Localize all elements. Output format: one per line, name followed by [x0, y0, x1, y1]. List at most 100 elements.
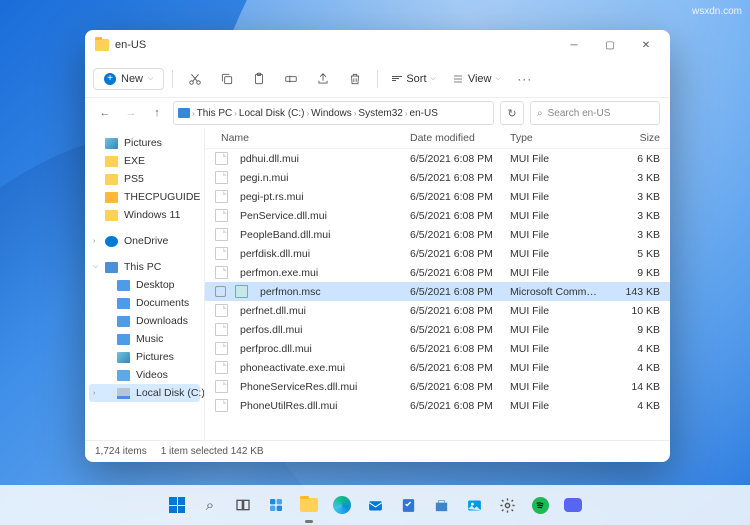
address-bar[interactable]: › This PC› Local Disk (C:)› Windows› Sys… [173, 101, 494, 125]
delete-button[interactable] [341, 65, 369, 93]
file-icon [215, 171, 228, 184]
sidebar[interactable]: Pictures EXE PS5THECPUGUIDE Windows 11 ›OneD… [85, 128, 205, 440]
copy-button[interactable] [213, 65, 241, 93]
file-list[interactable]: pdhui.dll.mui6/5/2021 6:08 PMMUI File6 K… [205, 149, 670, 440]
sidebar-item[interactable]: Windows 11 [89, 206, 200, 224]
maximize-button[interactable]: ▢ [592, 30, 628, 60]
col-type[interactable]: Type [510, 132, 610, 144]
sort-button[interactable]: Sort ⌵ [386, 73, 442, 85]
minimize-button[interactable]: ─ [556, 30, 592, 60]
sidebar-item[interactable]: Music [89, 330, 200, 348]
sidebar-item[interactable]: Pictures [89, 134, 200, 152]
paste-button[interactable] [245, 65, 273, 93]
mail-button[interactable] [361, 491, 389, 519]
titlebar[interactable]: en-US ─ ▢ ✕ [85, 30, 670, 60]
file-type: MUI File [510, 343, 610, 355]
task-view-button[interactable] [229, 491, 257, 519]
sidebar-thispc[interactable]: ⌵This PC [89, 258, 200, 276]
back-button[interactable]: ← [95, 103, 115, 123]
settings-button[interactable] [493, 491, 521, 519]
store-button[interactable] [427, 491, 455, 519]
todo-button[interactable] [394, 491, 422, 519]
refresh-button[interactable]: ↻ [500, 101, 524, 125]
column-header[interactable]: Name Date modified Type Size [205, 128, 670, 149]
sidebar-onedrive[interactable]: ›OneDrive [89, 232, 200, 250]
file-size: 4 KB [610, 362, 660, 374]
spotify-button[interactable] [526, 491, 554, 519]
col-name[interactable]: Name [221, 132, 249, 144]
rename-button[interactable] [277, 65, 305, 93]
breadcrumb-seg[interactable]: Windows [311, 108, 352, 119]
up-button[interactable]: ↑ [147, 103, 167, 123]
more-button[interactable]: ··· [511, 65, 539, 93]
col-size[interactable]: Size [610, 132, 660, 144]
breadcrumb-seg[interactable]: This PC [197, 108, 233, 119]
file-date: 6/5/2021 6:08 PM [410, 362, 510, 374]
cut-button[interactable] [181, 65, 209, 93]
discord-button[interactable] [559, 491, 587, 519]
sidebar-item[interactable]: Downloads [89, 312, 200, 330]
table-row[interactable]: phoneactivate.exe.mui6/5/2021 6:08 PMMUI… [205, 358, 670, 377]
widgets-button[interactable] [262, 491, 290, 519]
table-row[interactable]: perfos.dll.mui6/5/2021 6:08 PMMUI File9 … [205, 320, 670, 339]
sidebar-item[interactable]: THECPUGUIDE [89, 188, 200, 206]
sidebar-item[interactable]: PS5 [89, 170, 200, 188]
file-name: perfdisk.dll.mui [240, 248, 310, 260]
file-size: 4 KB [610, 400, 660, 412]
breadcrumb-seg[interactable]: System32 [358, 108, 402, 119]
file-explorer-window: en-US ─ ▢ ✕ + New ⌵ Sort ⌵ View ⌵ ··· ← [85, 30, 670, 462]
share-button[interactable] [309, 65, 337, 93]
drive-icon [117, 334, 130, 345]
sidebar-item[interactable]: ›Local Disk (C:) [89, 384, 200, 402]
sidebar-item[interactable]: Videos [89, 366, 200, 384]
sidebar-item[interactable]: EXE [89, 152, 200, 170]
table-row[interactable]: perfnet.dll.mui6/5/2021 6:08 PMMUI File1… [205, 301, 670, 320]
sidebar-label: Downloads [136, 315, 188, 327]
file-explorer-button[interactable] [295, 491, 323, 519]
table-row[interactable]: PenService.dll.mui6/5/2021 6:08 PMMUI Fi… [205, 206, 670, 225]
table-row[interactable]: pdhui.dll.mui6/5/2021 6:08 PMMUI File6 K… [205, 149, 670, 168]
close-button[interactable]: ✕ [628, 30, 664, 60]
file-icon [215, 323, 228, 336]
file-date: 6/5/2021 6:08 PM [410, 305, 510, 317]
table-row[interactable]: pegi.n.mui6/5/2021 6:08 PMMUI File3 KB [205, 168, 670, 187]
col-date[interactable]: Date modified [410, 132, 510, 144]
file-type: MUI File [510, 191, 610, 203]
sidebar-item[interactable]: Pictures [89, 348, 200, 366]
search-button[interactable]: ⌕ [196, 491, 224, 519]
sidebar-label: Windows 11 [124, 209, 180, 221]
taskbar[interactable]: ⌕ [0, 485, 750, 525]
breadcrumb-seg[interactable]: Local Disk (C:) [239, 108, 305, 119]
sidebar-label: EXE [124, 155, 145, 167]
folder-icon [105, 174, 118, 185]
breadcrumb-seg[interactable]: en-US [410, 108, 438, 119]
sidebar-item[interactable]: Documents [89, 294, 200, 312]
table-row[interactable]: perfdisk.dll.mui6/5/2021 6:08 PMMUI File… [205, 244, 670, 263]
chevron-down-icon: ⌵ [431, 75, 436, 83]
row-checkbox[interactable] [215, 286, 226, 297]
file-date: 6/5/2021 6:08 PM [410, 229, 510, 241]
start-button[interactable] [163, 491, 191, 519]
file-name: perfproc.dll.mui [240, 343, 312, 355]
table-row[interactable]: PhoneUtilRes.dll.mui6/5/2021 6:08 PMMUI … [205, 396, 670, 415]
forward-button[interactable]: → [121, 103, 141, 123]
drive-icon [117, 370, 130, 381]
sidebar-item[interactable]: Desktop [89, 276, 200, 294]
edge-button[interactable] [328, 491, 356, 519]
file-size: 10 KB [610, 305, 660, 317]
new-button[interactable]: + New ⌵ [93, 68, 164, 90]
table-row[interactable]: PeopleBand.dll.mui6/5/2021 6:08 PMMUI Fi… [205, 225, 670, 244]
search-input[interactable]: ⌕ Search en-US [530, 101, 660, 125]
file-size: 3 KB [610, 172, 660, 184]
file-date: 6/5/2021 6:08 PM [410, 248, 510, 260]
sidebar-label: Local Disk (C:) [136, 387, 205, 399]
view-button[interactable]: View ⌵ [446, 73, 507, 85]
sidebar-label: Pictures [124, 137, 162, 149]
photos-button[interactable] [460, 491, 488, 519]
file-type: MUI File [510, 267, 610, 279]
table-row[interactable]: pegi-pt.rs.mui6/5/2021 6:08 PMMUI File3 … [205, 187, 670, 206]
table-row[interactable]: perfmon.msc6/5/2021 6:08 PMMicrosoft Com… [205, 282, 670, 301]
table-row[interactable]: perfproc.dll.mui6/5/2021 6:08 PMMUI File… [205, 339, 670, 358]
table-row[interactable]: perfmon.exe.mui6/5/2021 6:08 PMMUI File9… [205, 263, 670, 282]
table-row[interactable]: PhoneServiceRes.dll.mui6/5/2021 6:08 PMM… [205, 377, 670, 396]
